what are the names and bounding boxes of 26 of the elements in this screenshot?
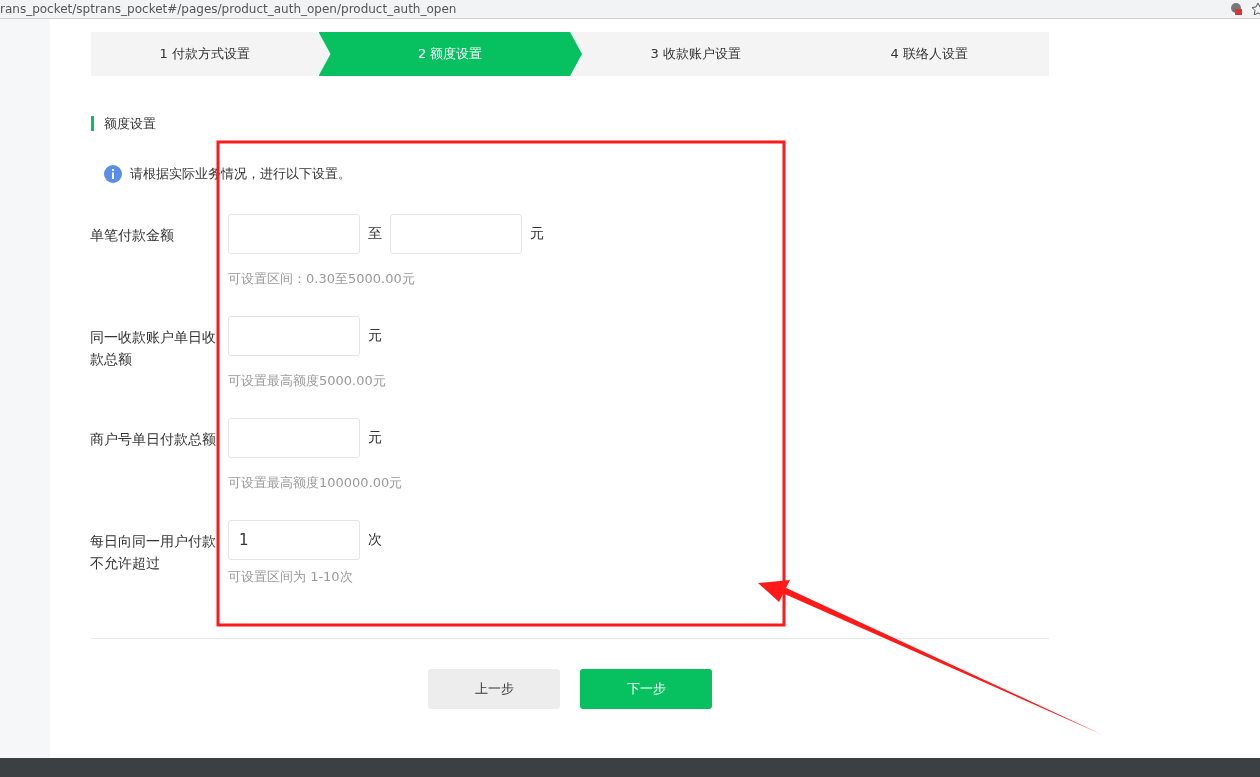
info-icon — [104, 165, 122, 183]
back-button[interactable]: 上一步 — [428, 669, 560, 709]
unit-text: 元 — [530, 225, 544, 243]
field-label: 商户号单日付款总额 — [90, 430, 217, 449]
step[interactable]: 1 付款方式设置 — [91, 32, 319, 76]
step[interactable]: 3 收款账户设置 — [582, 32, 810, 76]
extension-icon[interactable] — [1230, 3, 1242, 15]
hint-text: 可设置区间：0.30至5000.00元 — [228, 270, 416, 288]
hint-text: 可设置区间为 1-10次 — [228, 568, 354, 586]
hint-text: 可设置最高额度5000.00元 — [228, 372, 386, 390]
separator-text: 至 — [368, 225, 382, 243]
field-label: 同一收款账户单日收款总额 — [90, 328, 217, 369]
field-label: 单笔付款金额 — [90, 226, 175, 245]
step[interactable]: 4 联络人设置 — [809, 32, 1049, 76]
amount-input[interactable] — [228, 418, 360, 458]
amount-input[interactable]: 1 — [228, 520, 360, 560]
amount-input[interactable] — [390, 214, 522, 254]
url-text: rans_pocket/sptrans_pocket#/pages/product_auth_open/product_auth_open — [0, 1, 457, 17]
field-label: 每日向同一用户付款不允许超过 — [90, 532, 217, 573]
amount-input[interactable] — [228, 214, 360, 254]
unit-text: 次 — [368, 531, 382, 549]
hint-text: 可设置最高额度100000.00元 — [228, 474, 403, 492]
unit-text: 元 — [368, 429, 382, 447]
section-title: 额度设置 — [91, 116, 1260, 131]
amount-input[interactable] — [228, 316, 360, 356]
unit-text: 元 — [368, 327, 382, 345]
